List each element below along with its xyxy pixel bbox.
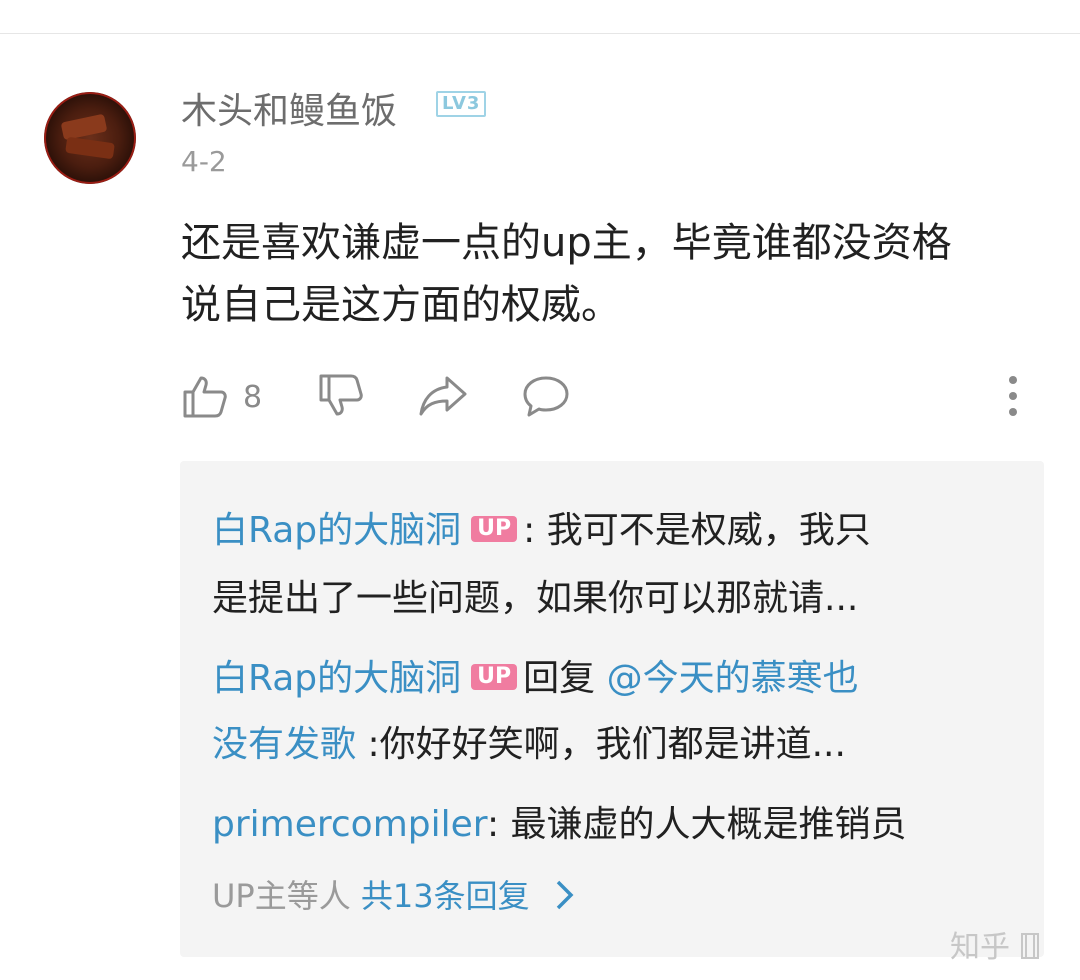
reply-text: 我可不是权威，我只: [546, 510, 871, 551]
up-badge: UP: [471, 516, 518, 542]
share-button[interactable]: [417, 372, 469, 420]
thumb-up-icon: [183, 376, 227, 418]
level-badge: LV3: [436, 91, 487, 117]
reply-author[interactable]: 白Rap的大脑洞: [212, 658, 461, 699]
share-icon: [419, 376, 467, 416]
like-button[interactable]: [181, 372, 229, 420]
top-divider: [0, 33, 1080, 34]
reply-item[interactable]: 白Rap的大脑洞 UP 回复 @今天的慕寒也: [212, 647, 859, 711]
avatar[interactable]: [44, 92, 136, 184]
reply-item-continuation[interactable]: 是提出了一些问题，如果你可以那就请...: [212, 567, 858, 631]
chevron-right-icon: [556, 880, 574, 910]
more-vertical-icon: [1009, 376, 1017, 416]
thumb-down-icon: [319, 374, 363, 416]
reply-word: 回复: [523, 658, 596, 699]
reply-mention[interactable]: 没有发歌: [212, 724, 356, 765]
more-replies-prefix: UP主等人: [212, 877, 351, 915]
comment-username[interactable]: 木头和鳗鱼饭: [181, 82, 397, 134]
reply-text: 是提出了一些问题，如果你可以那就请...: [212, 578, 859, 619]
comment-text-line: 还是喜欢谦虚一点的up主，毕竟谁都没资格: [181, 220, 952, 266]
reply-text: : 最谦虚的人大概是推销员: [486, 804, 907, 845]
reply-mention[interactable]: @今天的慕寒也: [607, 658, 859, 699]
reply-author[interactable]: 白Rap的大脑洞: [212, 510, 461, 551]
comment-text-line: 说自己是这方面的权威。: [181, 282, 621, 328]
reply-button[interactable]: [521, 372, 571, 420]
view-all-replies-link[interactable]: UP主等人 共13条回复: [212, 871, 576, 917]
reply-item-continuation[interactable]: 没有发歌 :你好好笑啊，我们都是讲道...: [212, 713, 846, 777]
comment-text: 还是喜欢谦虚一点的up主，毕竟谁都没资格 说自己是这方面的权威。: [181, 212, 1061, 336]
reply-author[interactable]: primercompiler: [212, 804, 487, 845]
zhihu-logo-icon: [1020, 933, 1039, 959]
like-count: 8: [243, 380, 263, 415]
more-replies-count: 共13条回复: [360, 877, 530, 915]
zhihu-watermark: 知乎: [950, 922, 1040, 966]
reply-separator: :: [523, 510, 536, 551]
more-options-button[interactable]: [1001, 372, 1025, 420]
comment-actions: 8: [181, 372, 1041, 422]
reply-item[interactable]: primercompiler: 最谦虚的人大概是推销员: [212, 793, 907, 857]
reply-item[interactable]: 白Rap的大脑洞 UP: 我可不是权威，我只: [212, 499, 871, 563]
comment-date: 4-2: [181, 145, 227, 178]
up-badge: UP: [471, 664, 518, 690]
reply-text: :你好好笑啊，我们都是讲道...: [367, 724, 846, 765]
replies-panel[interactable]: 白Rap的大脑洞 UP: 我可不是权威，我只 是提出了一些问题，如果你可以那就请.…: [180, 461, 1044, 957]
dislike-button[interactable]: [317, 372, 365, 420]
comment-icon: [523, 376, 569, 417]
avatar-plate-rim: [44, 92, 136, 184]
